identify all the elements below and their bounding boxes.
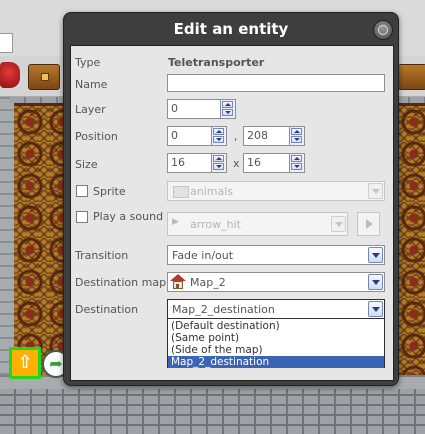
spin-down-icon[interactable] (291, 163, 302, 170)
spin-up-icon[interactable] (291, 155, 302, 162)
destination-map-label: Destination map (75, 276, 167, 289)
dropdown-option[interactable]: (Default destination) (168, 320, 384, 332)
name-label: Name (75, 78, 108, 91)
chest-entity-icon-right[interactable] (398, 64, 425, 90)
layer-value: 0 (171, 102, 178, 115)
size-width-value: 16 (171, 156, 185, 169)
chevron-down-icon (331, 216, 346, 232)
destination-dropdown-list: (Default destination) (Same point) (Side… (167, 318, 385, 368)
house-icon (170, 274, 186, 290)
chest-entity-icon[interactable] (28, 64, 60, 90)
transition-select[interactable]: Fade in/out (167, 245, 385, 265)
dialog-title: Edit an entity (173, 20, 289, 38)
position-y-value: 208 (247, 129, 268, 142)
sprite-label: Sprite (93, 185, 126, 198)
size-height-spinbox[interactable]: 16 (243, 153, 305, 173)
spin-down-icon[interactable] (222, 109, 233, 116)
spin-down-icon[interactable] (213, 163, 224, 170)
size-separator: x (233, 157, 240, 170)
position-y-spin-buttons (289, 127, 304, 145)
dropdown-option[interactable]: (Side of the map) (168, 344, 384, 356)
stone-floor-tiles (0, 389, 425, 434)
type-value: Teletransporter (168, 56, 265, 69)
layer-label: Layer (75, 103, 106, 116)
position-separator: , (234, 130, 238, 143)
size-height-value: 16 (247, 156, 261, 169)
position-x-spinbox[interactable]: 0 (167, 126, 227, 146)
editor-tab[interactable] (0, 33, 13, 53)
speaker-icon: ▶ (172, 217, 179, 227)
spin-up-icon[interactable] (291, 128, 302, 135)
up-arrow-icon: ⇧ (17, 352, 33, 373)
destination-select[interactable]: Map_2_destination (167, 299, 385, 319)
spin-up-icon[interactable] (213, 128, 224, 135)
chevron-down-icon (368, 183, 383, 199)
selected-teletransporter[interactable]: ⇧ (9, 347, 41, 379)
layer-spinbox[interactable]: 0 (167, 99, 236, 119)
spin-down-icon[interactable] (213, 136, 224, 143)
dropdown-option-selected[interactable]: Map_2_destination (168, 356, 384, 368)
destination-select-value: Map_2_destination (172, 303, 275, 316)
dropdown-option[interactable]: (Same point) (168, 332, 384, 344)
size-label: Size (75, 158, 98, 171)
destination-map-select[interactable]: Map_2 (167, 272, 385, 292)
destination-label: Destination (75, 303, 139, 316)
sound-select-value: arrow_hit (190, 218, 241, 231)
size-height-spin-buttons (289, 154, 304, 172)
chevron-down-icon (368, 274, 383, 290)
destination-map-value: Map_2 (190, 276, 226, 289)
transition-label: Transition (75, 249, 129, 262)
chevron-down-icon (368, 247, 383, 263)
play-sound-button[interactable] (357, 212, 380, 236)
play-sound-label: Play a sound (93, 210, 164, 223)
position-label: Position (75, 130, 118, 143)
layer-spin-buttons (220, 100, 235, 118)
transition-select-value: Fade in/out (172, 249, 234, 262)
sprite-checkbox[interactable] (76, 185, 88, 197)
spin-up-icon[interactable] (213, 155, 224, 162)
chevron-down-icon (368, 301, 383, 317)
sound-select[interactable]: ▶ arrow_hit (167, 212, 348, 236)
size-width-spinbox[interactable]: 16 (167, 153, 227, 173)
spin-up-icon[interactable] (222, 101, 233, 108)
position-x-value: 0 (171, 129, 178, 142)
name-input[interactable] (167, 74, 385, 92)
size-width-spin-buttons (211, 154, 226, 172)
close-circle-icon[interactable] (373, 20, 393, 40)
position-y-spinbox[interactable]: 208 (243, 126, 305, 146)
sprite-select-value: animals (190, 185, 234, 198)
folder-icon (173, 186, 189, 198)
type-label: Type (75, 56, 101, 69)
position-x-spin-buttons (211, 127, 226, 145)
sprite-select[interactable]: animals (167, 181, 385, 201)
pot-entity-icon[interactable] (0, 62, 20, 88)
spin-down-icon[interactable] (291, 136, 302, 143)
play-sound-checkbox[interactable] (76, 211, 88, 223)
